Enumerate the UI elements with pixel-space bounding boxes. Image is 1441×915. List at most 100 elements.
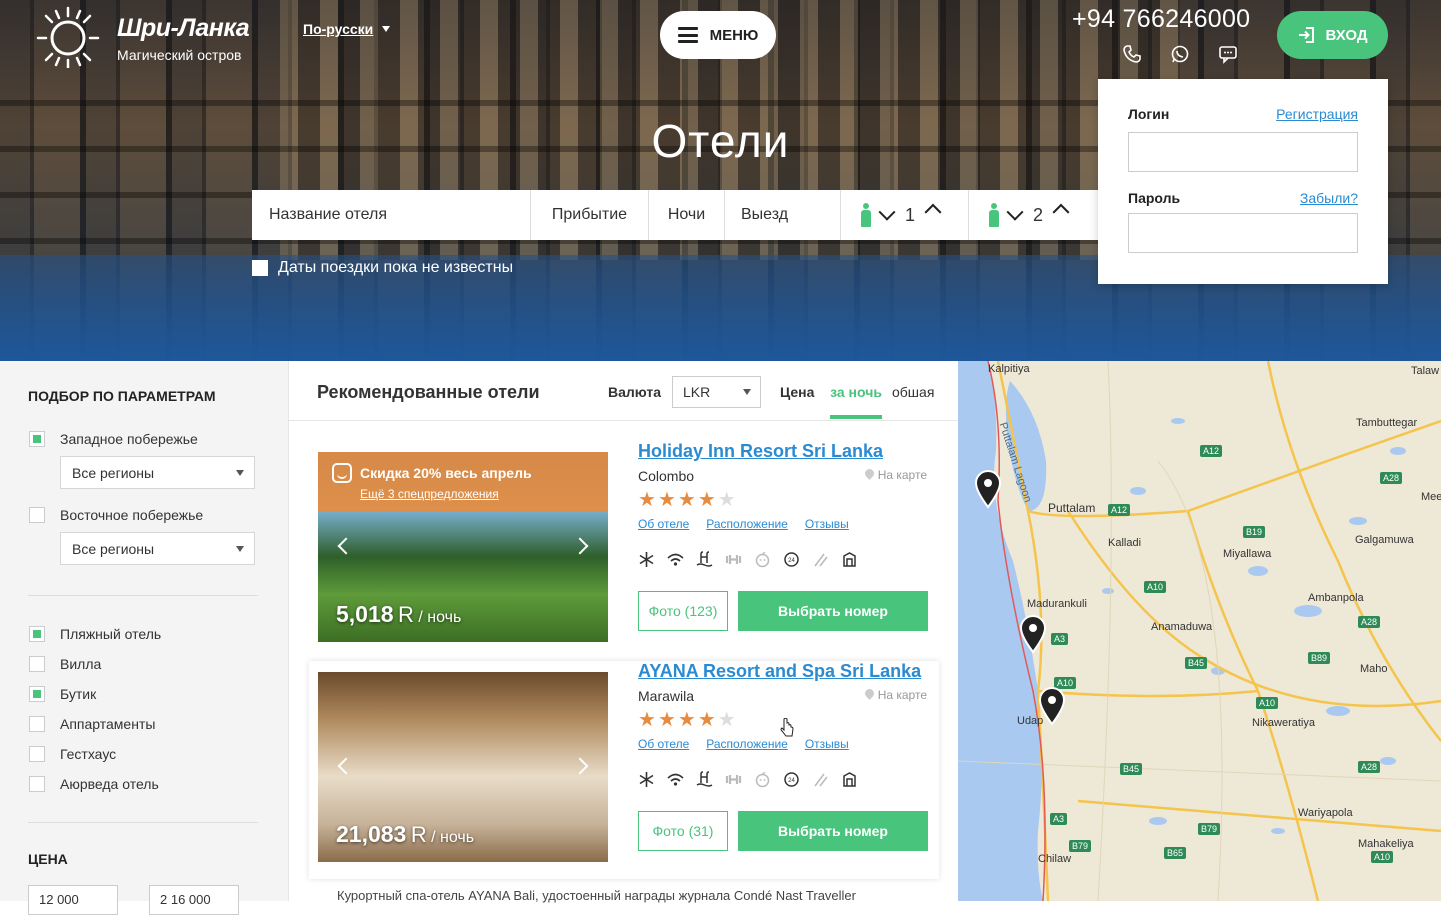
region-west-select[interactable]: Все регионы — [60, 456, 255, 489]
login-button[interactable]: ВХОД — [1277, 11, 1388, 59]
region-east-option[interactable]: Восточное побережье — [29, 507, 203, 523]
type-ayurveda-label: Аюрведа отель — [60, 776, 159, 792]
type-boutique-checkbox[interactable] — [29, 686, 45, 702]
price-mode-label: Цена — [780, 384, 815, 400]
map-place-label: Nikaweratiya — [1252, 717, 1315, 729]
chevron-down-icon[interactable] — [1006, 203, 1024, 221]
photos-button[interactable]: Фото (31) — [638, 811, 728, 851]
map-pin-icon[interactable] — [1037, 686, 1067, 726]
chevron-down-icon[interactable] — [878, 203, 896, 221]
contact-icons — [1122, 44, 1238, 64]
map-pin-icon[interactable] — [973, 469, 1003, 509]
type-apartments-option[interactable]: Аппартаменты — [29, 716, 155, 732]
location-link[interactable]: Расположение — [706, 517, 788, 531]
chevron-left-icon[interactable] — [337, 537, 355, 555]
register-link[interactable]: Регистрация — [1276, 106, 1358, 122]
password-input[interactable] — [1128, 213, 1358, 253]
menu-button[interactable]: МЕНЮ — [660, 11, 776, 59]
select-room-button[interactable]: Выбрать номер — [738, 811, 928, 851]
type-villa-checkbox[interactable] — [29, 656, 45, 672]
dates-unknown-toggle[interactable]: Даты поездки пока не известны — [252, 259, 513, 277]
hotel-city: Colombo — [638, 468, 695, 484]
departure-date-field[interactable]: Выезд — [725, 190, 841, 240]
hotel-photo[interactable]: Скидка 20% весь апрель Ещё 3 спецпредлож… — [318, 452, 608, 642]
hotel-name-input[interactable]: Название отеля — [252, 190, 531, 240]
login-label: Логин — [1128, 106, 1170, 122]
photos-button[interactable]: Фото (123) — [638, 591, 728, 631]
phone-icon[interactable] — [1122, 44, 1142, 64]
brand-name[interactable]: Шри-Ланка — [117, 14, 250, 43]
region-west-option[interactable]: Западное побережье — [29, 431, 198, 447]
type-ayurveda-option[interactable]: Аюрведа отель — [29, 776, 159, 792]
sign-in-icon — [1299, 27, 1315, 43]
promo-link[interactable]: Ещё 3 спецпредложения — [360, 487, 499, 501]
tab-per-night[interactable]: за ночь — [830, 384, 882, 419]
currency-value: LKR — [683, 384, 711, 400]
forgot-password-link[interactable]: Забыли? — [1300, 190, 1358, 206]
type-villa-option[interactable]: Вилла — [29, 656, 101, 672]
dates-unknown-checkbox[interactable] — [252, 260, 268, 276]
chevron-up-icon[interactable] — [1052, 203, 1070, 221]
hotel-name-link[interactable]: AYANA Resort and Spa Sri Lanka — [638, 661, 921, 682]
chevron-right-icon[interactable] — [571, 757, 589, 775]
language-selector[interactable]: По-русски — [303, 21, 373, 37]
region-west-checkbox[interactable] — [29, 431, 45, 447]
price-to-input[interactable]: 2 16 000 — [149, 885, 239, 915]
region-east-select[interactable]: Все регионы — [60, 532, 255, 565]
arrival-date-field[interactable]: Прибытие — [531, 190, 649, 240]
sun-logo-icon[interactable] — [36, 4, 100, 68]
price-filter-title: ЦЕНА — [28, 851, 68, 867]
snowflake-icon — [638, 551, 655, 568]
nights-field[interactable]: Ночи — [649, 190, 725, 240]
chevron-up-icon[interactable] — [924, 203, 942, 221]
chevron-left-icon[interactable] — [337, 757, 355, 775]
hotel-photo[interactable]: 21,083 R / ночь — [318, 672, 608, 862]
type-guesthouse-checkbox[interactable] — [29, 746, 45, 762]
wifi-icon — [667, 551, 684, 568]
star-icon: ★ — [638, 709, 656, 731]
show-on-map-link[interactable]: На карте — [865, 468, 927, 482]
chevron-down-icon — [743, 389, 751, 395]
star-rating: ★ ★ ★ ★ ★ — [638, 490, 736, 510]
baby-icon — [754, 551, 771, 568]
tab-total[interactable]: обшая — [892, 384, 934, 400]
dates-unknown-label: Даты поездки пока не известны — [278, 259, 514, 276]
phone-number[interactable]: +94 766246000 — [1072, 5, 1250, 34]
type-boutique-option[interactable]: Бутик — [29, 686, 96, 702]
hotel-links: Об отеле Расположение Отзывы — [638, 737, 849, 751]
reviews-link[interactable]: Отзывы — [805, 517, 849, 531]
type-apartments-label: Аппартаменты — [60, 716, 156, 732]
whatsapp-icon[interactable] — [1170, 44, 1190, 64]
select-room-button[interactable]: Выбрать номер — [738, 591, 928, 631]
type-ayurveda-checkbox[interactable] — [29, 776, 45, 792]
map-pin-icon — [865, 689, 874, 701]
star-empty-icon: ★ — [717, 709, 736, 731]
chevron-right-icon[interactable] — [571, 537, 589, 555]
login-input[interactable] — [1128, 132, 1358, 172]
about-hotel-link[interactable]: Об отеле — [638, 517, 689, 531]
region-west-select-value: Все регионы — [72, 464, 155, 481]
type-guesthouse-option[interactable]: Гестхаус — [29, 746, 116, 762]
hotel-name-link[interactable]: Holiday Inn Resort Sri Lanka — [638, 441, 883, 462]
currency-select[interactable]: LKR — [672, 376, 761, 408]
gym-icon — [725, 771, 742, 788]
location-link[interactable]: Расположение — [706, 737, 788, 751]
promo-title: Скидка 20% весь апрель — [360, 465, 532, 481]
map-pin-icon[interactable] — [1018, 614, 1048, 654]
about-hotel-link[interactable]: Об отеле — [638, 737, 689, 751]
pool-icon — [696, 551, 713, 568]
hotels-map[interactable]: Kalpitiya Puttalam Lagoon Puttalam Tambu… — [958, 361, 1441, 901]
chat-icon[interactable] — [1218, 44, 1238, 64]
hamburger-icon — [677, 27, 698, 43]
show-on-map-link[interactable]: На карте — [865, 688, 927, 702]
type-apartments-checkbox[interactable] — [29, 716, 45, 732]
region-east-checkbox[interactable] — [29, 507, 45, 523]
chevron-down-icon[interactable] — [382, 26, 390, 32]
type-beach-checkbox[interactable] — [29, 626, 45, 642]
hotel-city: Marawila — [638, 688, 695, 704]
reviews-link[interactable]: Отзывы — [805, 737, 849, 751]
filter-title: ПОДБОР ПО ПАРАМЕТРАМ — [28, 388, 216, 404]
type-beach-option[interactable]: Пляжный отель — [29, 626, 161, 642]
price-from-input[interactable]: 12 000 — [28, 885, 118, 915]
map-place-label: Puttalam — [1048, 501, 1096, 515]
